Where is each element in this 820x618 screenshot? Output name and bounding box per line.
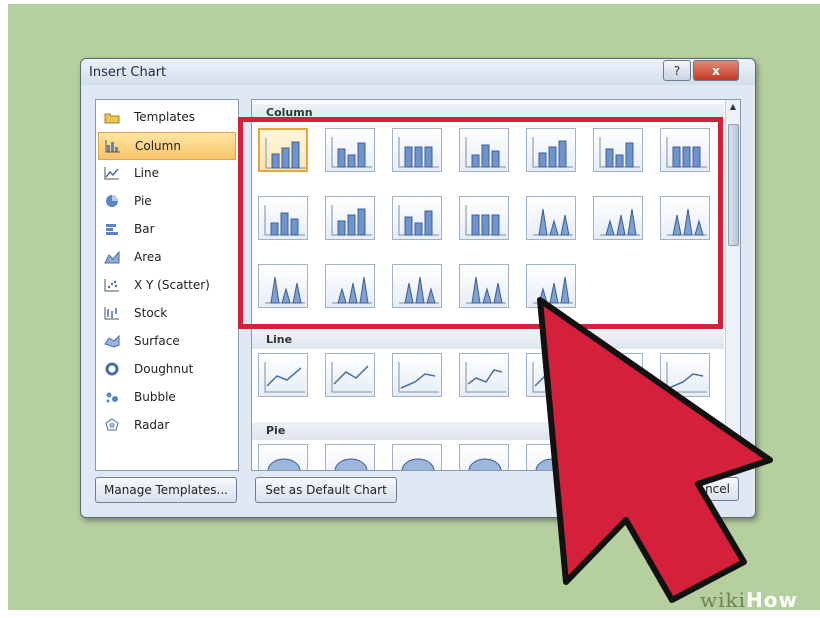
watermark-prefix: wiki [700, 588, 747, 612]
pointer-arrow-icon [537, 297, 773, 603]
wikihow-watermark: wikiHow [700, 588, 798, 612]
watermark-suffix: How [746, 588, 798, 612]
